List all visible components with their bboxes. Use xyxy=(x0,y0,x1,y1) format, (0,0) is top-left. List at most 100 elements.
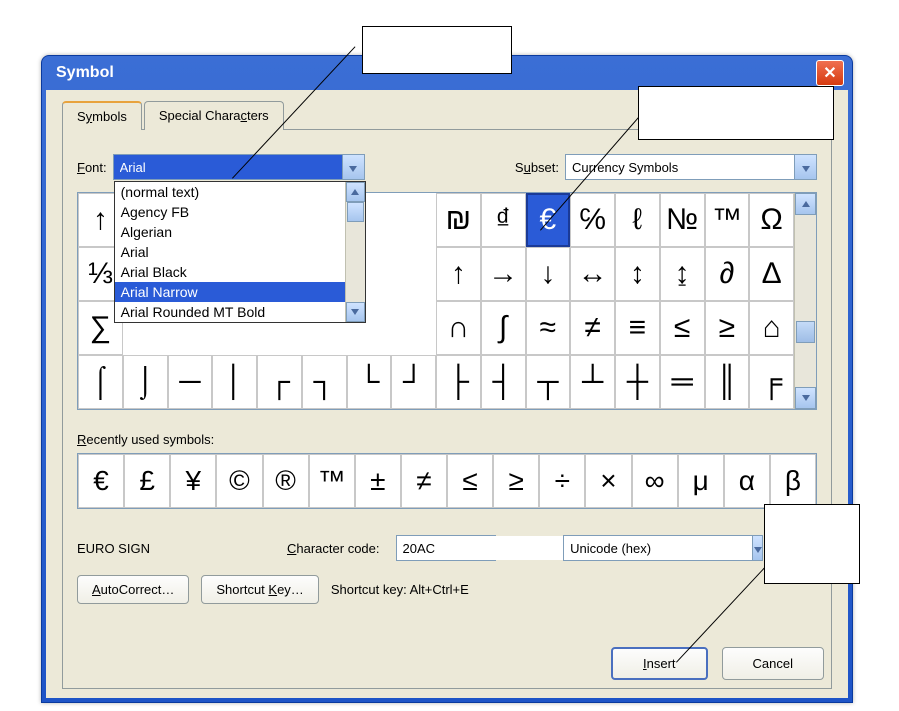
cancel-button[interactable]: Cancel xyxy=(722,647,824,680)
subset-input[interactable] xyxy=(566,155,794,179)
symbol-cell[interactable]: ┘ xyxy=(391,355,436,409)
symbol-cell[interactable]: ╒ xyxy=(749,355,794,409)
recent-symbol-cell[interactable]: μ xyxy=(678,454,724,508)
symbol-cell[interactable]: → xyxy=(481,247,526,301)
close-button[interactable]: ✕ xyxy=(816,60,844,86)
font-combo[interactable]: (normal text) Agency FB Algerian Arial A… xyxy=(113,154,365,180)
font-input[interactable] xyxy=(114,155,342,179)
callout-box-1 xyxy=(362,26,512,74)
from-dropdown-button[interactable] xyxy=(752,536,762,560)
font-option[interactable]: Algerian xyxy=(115,222,365,242)
symbol-cell[interactable]: └ xyxy=(347,355,392,409)
symbol-cell[interactable]: ⌂ xyxy=(749,301,794,355)
insert-button[interactable]: Insert xyxy=(611,647,708,680)
symbol-cell[interactable]: ↔ xyxy=(570,247,615,301)
symbol-cell[interactable]: ↓ xyxy=(526,247,571,301)
symbol-cell[interactable]: ℓ xyxy=(615,193,660,247)
subset-label: Subset: xyxy=(515,160,559,175)
font-dropdown-button[interactable] xyxy=(342,155,364,179)
symbol-cell[interactable]: ≡ xyxy=(615,301,660,355)
symbol-cell[interactable]: ┐ xyxy=(302,355,347,409)
symbol-cell[interactable]: ∩ xyxy=(436,301,481,355)
symbol-cell[interactable]: ┴ xyxy=(570,355,615,409)
font-option[interactable]: Agency FB xyxy=(115,202,365,222)
recent-symbol-cell[interactable]: × xyxy=(585,454,631,508)
font-option[interactable]: Arial Narrow xyxy=(115,282,365,302)
recent-label: Recently used symbols: xyxy=(77,432,817,447)
scroll-thumb[interactable] xyxy=(347,202,364,222)
symbol-cell[interactable]: │ xyxy=(212,355,257,409)
symbol-cell[interactable]: Ω xyxy=(749,193,794,247)
recent-symbol-cell[interactable]: ÷ xyxy=(539,454,585,508)
scroll-down-button[interactable] xyxy=(795,387,816,409)
symbol-cell[interactable]: ∂ xyxy=(705,247,750,301)
scroll-up-button[interactable] xyxy=(346,182,365,202)
symbol-cell[interactable]: ─ xyxy=(168,355,213,409)
symbol-cell[interactable]: № xyxy=(660,193,705,247)
charcode-input[interactable] xyxy=(397,536,585,560)
symbol-cell[interactable]: ™ xyxy=(705,193,750,247)
font-label: Font: xyxy=(77,160,107,175)
recent-symbol-cell[interactable]: £ xyxy=(124,454,170,508)
charcode-field[interactable] xyxy=(396,535,496,561)
recent-symbol-cell[interactable]: ≤ xyxy=(447,454,493,508)
character-name: EURO SIGN xyxy=(77,541,277,556)
scroll-down-button[interactable] xyxy=(346,302,365,322)
symbol-cell[interactable]: ℅ xyxy=(570,193,615,247)
font-dropdown-list: (normal text) Agency FB Algerian Arial A… xyxy=(114,181,366,323)
tab-special-characters[interactable]: Special Characters xyxy=(144,101,284,130)
recent-symbol-cell[interactable]: € xyxy=(78,454,124,508)
font-option[interactable]: Arial Black xyxy=(115,262,365,282)
symbol-cell[interactable]: ∫ xyxy=(481,301,526,355)
symbol-cell[interactable]: ₫ xyxy=(481,193,526,247)
from-combo[interactable] xyxy=(563,535,763,561)
symbol-cell[interactable]: ≠ xyxy=(570,301,615,355)
recent-symbol-cell[interactable]: © xyxy=(216,454,262,508)
chevron-down-icon xyxy=(802,160,810,175)
symbol-cell[interactable]: ⌡ xyxy=(123,355,168,409)
recent-symbol-cell[interactable]: ≥ xyxy=(493,454,539,508)
symbol-cell[interactable]: ┤ xyxy=(481,355,526,409)
symbol-cell[interactable]: ⌠ xyxy=(78,355,123,409)
from-input[interactable] xyxy=(564,536,752,560)
symbol-cell[interactable]: ↕ xyxy=(615,247,660,301)
scroll-up-button[interactable] xyxy=(795,193,816,215)
subset-dropdown-button[interactable] xyxy=(794,155,816,179)
symbol-cell[interactable]: ├ xyxy=(436,355,481,409)
symbol-cell[interactable]: ≤ xyxy=(660,301,705,355)
recent-symbol-cell[interactable]: ™ xyxy=(309,454,355,508)
symbol-cell[interactable]: ═ xyxy=(660,355,705,409)
symbol-cell[interactable]: ↑ xyxy=(436,247,481,301)
symbol-cell[interactable]: ↨ xyxy=(660,247,705,301)
symbol-cell[interactable]: ║ xyxy=(705,355,750,409)
shortcut-key-text: Shortcut key: Alt+Ctrl+E xyxy=(331,582,469,597)
symbol-cell[interactable]: ≥ xyxy=(705,301,750,355)
recent-symbol-cell[interactable]: ∞ xyxy=(632,454,678,508)
recent-symbol-cell[interactable]: ± xyxy=(355,454,401,508)
font-option[interactable]: Arial Rounded MT Bold xyxy=(115,302,365,322)
callout-box-2 xyxy=(638,86,834,140)
symbol-dialog: Symbol ✕ Symbols Special Characters Font… xyxy=(41,55,853,703)
recent-symbol-cell[interactable]: ® xyxy=(263,454,309,508)
charcode-label: Character code: xyxy=(287,541,380,556)
symbol-cell[interactable]: ₪ xyxy=(436,193,481,247)
symbol-cell[interactable]: ┌ xyxy=(257,355,302,409)
tab-symbols[interactable]: Symbols xyxy=(62,101,142,130)
font-option[interactable]: (normal text) xyxy=(115,182,365,202)
autocorrect-button[interactable]: AutoCorrect… xyxy=(77,575,189,604)
symbol-cell[interactable]: ≈ xyxy=(526,301,571,355)
grid-scrollbar[interactable] xyxy=(794,193,816,409)
recent-symbol-cell[interactable]: β xyxy=(770,454,816,508)
dropdown-scrollbar[interactable] xyxy=(345,182,365,322)
symbol-cell[interactable]: ∆ xyxy=(749,247,794,301)
recent-symbol-cell[interactable]: α xyxy=(724,454,770,508)
symbol-cell[interactable]: ┼ xyxy=(615,355,660,409)
font-option[interactable]: Arial xyxy=(115,242,365,262)
scroll-thumb[interactable] xyxy=(796,321,815,343)
symbol-cell[interactable]: ┬ xyxy=(526,355,571,409)
shortcut-key-button[interactable]: Shortcut Key… xyxy=(201,575,318,604)
close-icon: ✕ xyxy=(823,63,836,83)
recent-symbol-cell[interactable]: ≠ xyxy=(401,454,447,508)
window-title: Symbol xyxy=(56,64,114,82)
recent-symbol-cell[interactable]: ¥ xyxy=(170,454,216,508)
